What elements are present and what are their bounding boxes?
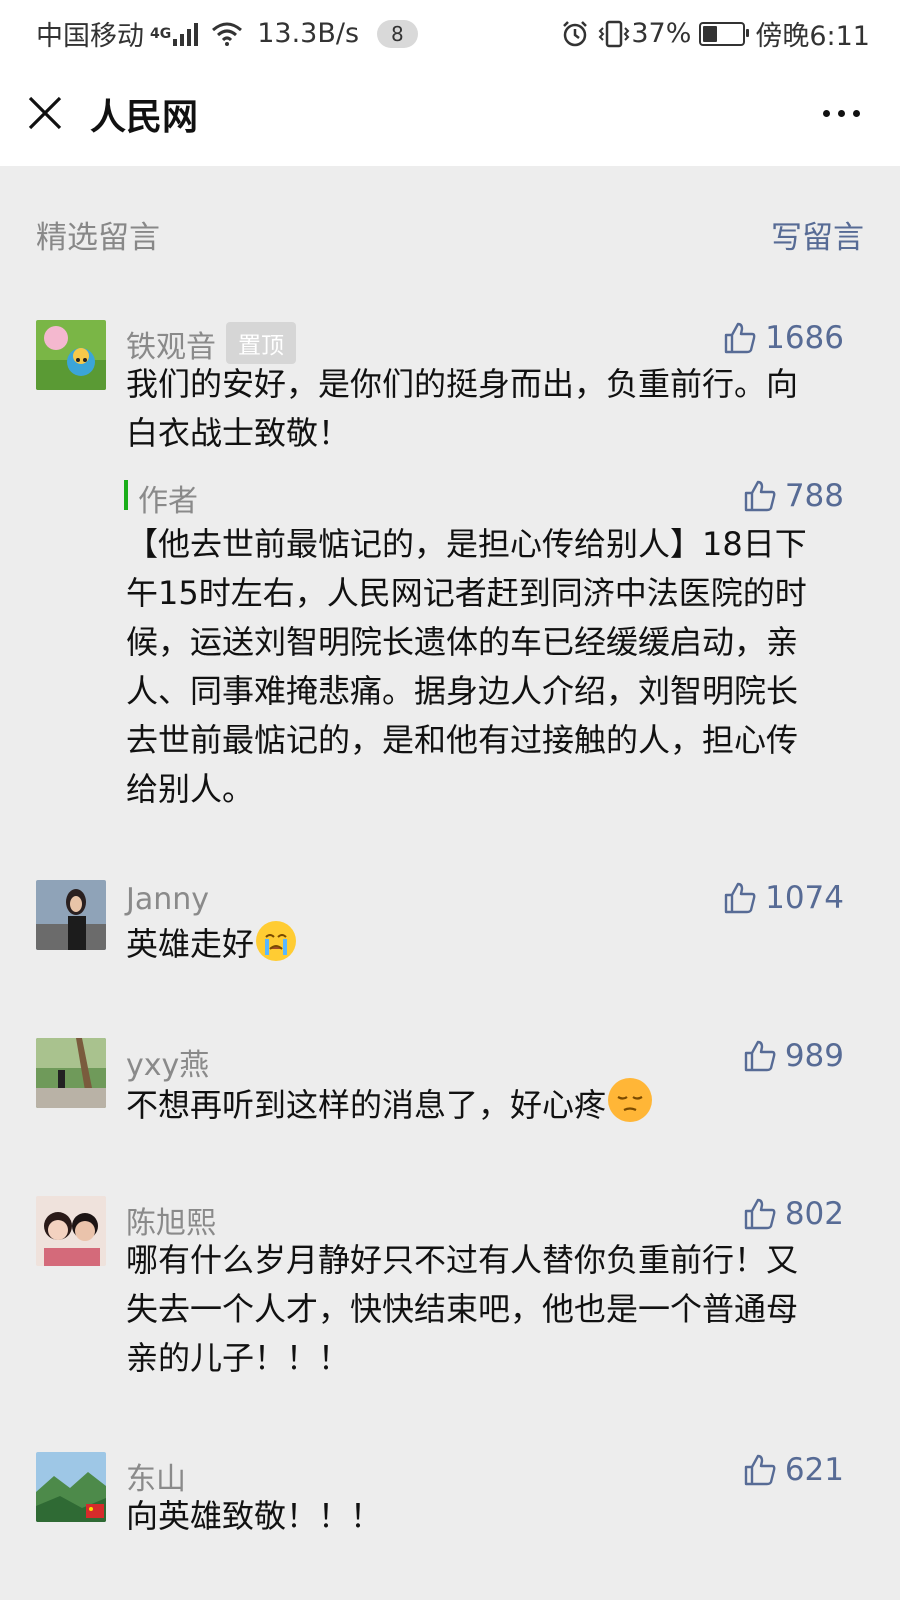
status-bar: 中国移动 4G 13.3B/s 8 37% 傍晚6:11: [0, 0, 900, 62]
like-button[interactable]: 1074: [723, 880, 844, 916]
vibrate-icon: [598, 20, 630, 47]
pinned-badge: 置顶: [226, 322, 296, 364]
notification-badge: 8: [377, 19, 418, 48]
network-speed: 13.3B/s: [257, 18, 360, 49]
close-icon[interactable]: [26, 94, 64, 132]
wifi-icon: [212, 22, 243, 46]
comment-text: 向英雄致敬！！！: [126, 1497, 383, 1535]
crying-face-icon: [256, 921, 297, 961]
author-label: 作者: [138, 484, 198, 519]
avatar[interactable]: [36, 1196, 106, 1266]
like-count: 1074: [765, 880, 844, 916]
author-reply-bar: [124, 480, 128, 510]
like-button[interactable]: 621: [743, 1452, 844, 1488]
author-reply-text: 【他去世前最惦记的，是担心传给别人】18日下午15时左右，人民网记者赶到同济中法…: [126, 525, 807, 808]
comment-text: 不想再听到这样的消息了，好心疼: [126, 1078, 866, 1130]
clock: 傍晚6:11: [755, 21, 870, 52]
like-count: 1686: [765, 320, 844, 356]
thumbs-up-icon: [744, 1040, 776, 1072]
like-count: 802: [784, 1196, 844, 1232]
like-button[interactable]: 1686: [723, 320, 844, 356]
comment-text: 英雄走好: [126, 920, 826, 969]
section-title: 精选留言: [36, 220, 160, 256]
thumbs-up-icon: [724, 322, 756, 354]
avatar[interactable]: [36, 1452, 106, 1522]
avatar[interactable]: [36, 320, 106, 390]
comment-text-content: 不想再听到这样的消息了，好心疼: [126, 1086, 607, 1124]
thumbs-up-icon: [724, 882, 756, 914]
signal-icon: [173, 22, 199, 46]
write-comment-button[interactable]: 写留言: [771, 212, 864, 257]
avatar[interactable]: [36, 1038, 106, 1108]
battery-icon: [699, 21, 750, 46]
avatar[interactable]: [36, 880, 106, 950]
like-count: 621: [784, 1452, 844, 1488]
battery-percent: 37%: [631, 18, 692, 49]
pensive-face-icon: [608, 1078, 653, 1122]
comment-nickname[interactable]: Janny: [126, 882, 209, 917]
carrier-label: 中国移动: [36, 21, 144, 52]
title-bar: 人民网: [0, 62, 900, 166]
alarm-icon: [563, 20, 588, 46]
comment-text-content: 英雄走好: [126, 925, 255, 963]
like-button[interactable]: 802: [743, 1196, 844, 1232]
reply-like-button[interactable]: 788: [743, 478, 844, 514]
page-title: 人民网: [90, 97, 199, 138]
more-icon[interactable]: [823, 110, 860, 117]
comment-text: 我们的安好，是你们的挺身而出，负重前行。向白衣战士致敬！: [126, 365, 799, 452]
like-button[interactable]: 989: [743, 1038, 844, 1074]
thumbs-up-icon: [744, 1454, 776, 1486]
thumbs-up-icon: [744, 1198, 776, 1230]
like-count: 788: [784, 478, 844, 514]
thumbs-up-icon: [744, 480, 776, 512]
comment-text: 哪有什么岁月静好只不过有人替你负重前行！又失去一个人才，快快结束吧，他也是一个普…: [126, 1241, 799, 1377]
network-type: 4G: [150, 25, 172, 42]
like-count: 989: [784, 1038, 844, 1074]
